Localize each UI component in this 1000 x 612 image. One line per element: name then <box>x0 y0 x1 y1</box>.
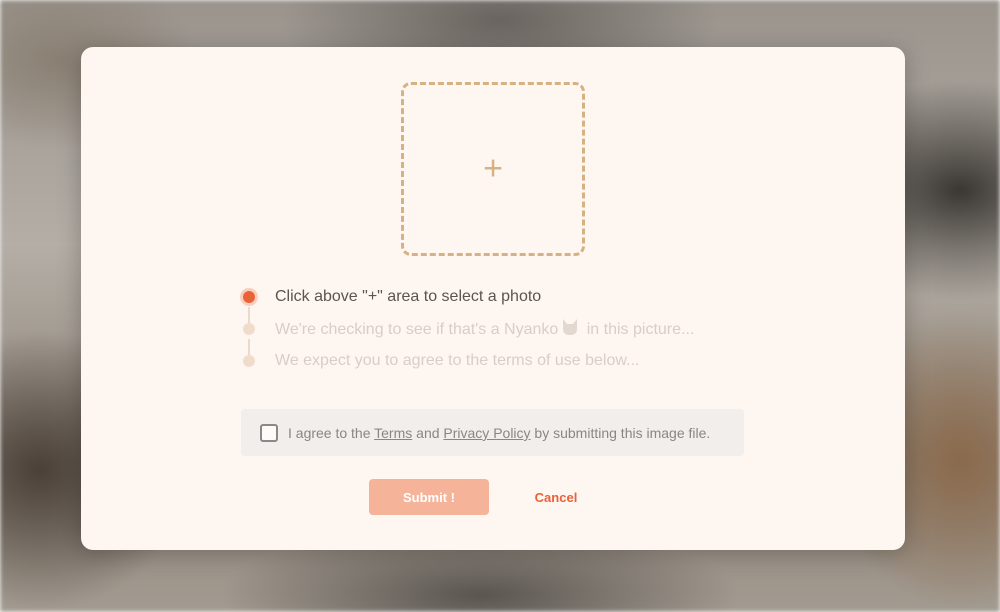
step-label: We expect you to agree to the terms of u… <box>275 352 640 369</box>
step-label-start: We're checking to see if that's a Nyanko <box>275 321 559 338</box>
agree-checkbox[interactable] <box>260 424 278 442</box>
progress-steps: Click above "+" area to select a photo W… <box>243 285 763 381</box>
agreement-suffix: by submitting this image file. <box>530 425 711 441</box>
step-select-photo: Click above "+" area to select a photo <box>243 285 763 323</box>
terms-link[interactable]: Terms <box>374 425 412 441</box>
step-label: We're checking to see if that's a Nyanko… <box>275 319 695 338</box>
agreement-panel: I agree to the Terms and Privacy Policy … <box>241 409 744 456</box>
cancel-button[interactable]: Cancel <box>511 479 601 515</box>
step-indicator <box>243 355 255 367</box>
step-agree-terms: We expect you to agree to the terms of u… <box>243 349 763 381</box>
agreement-prefix: I agree to the <box>288 425 375 441</box>
photo-dropzone[interactable]: + <box>401 82 585 256</box>
agreement-text: I agree to the Terms and Privacy Policy … <box>288 424 710 442</box>
privacy-policy-link[interactable]: Privacy Policy <box>443 425 530 441</box>
agreement-middle: and <box>412 425 444 441</box>
submit-button[interactable]: Submit ! <box>369 479 489 515</box>
step-label: Click above "+" area to select a photo <box>275 288 542 305</box>
upload-dialog: + Click above "+" area to select a photo… <box>81 47 905 550</box>
step-indicator-active <box>243 291 255 303</box>
step-indicator <box>243 323 255 335</box>
plus-icon: + <box>483 149 503 188</box>
cat-icon <box>563 319 578 335</box>
step-label-end: in this picture... <box>582 321 695 338</box>
step-checking-nyanko: We're checking to see if that's a Nyanko… <box>243 317 763 355</box>
